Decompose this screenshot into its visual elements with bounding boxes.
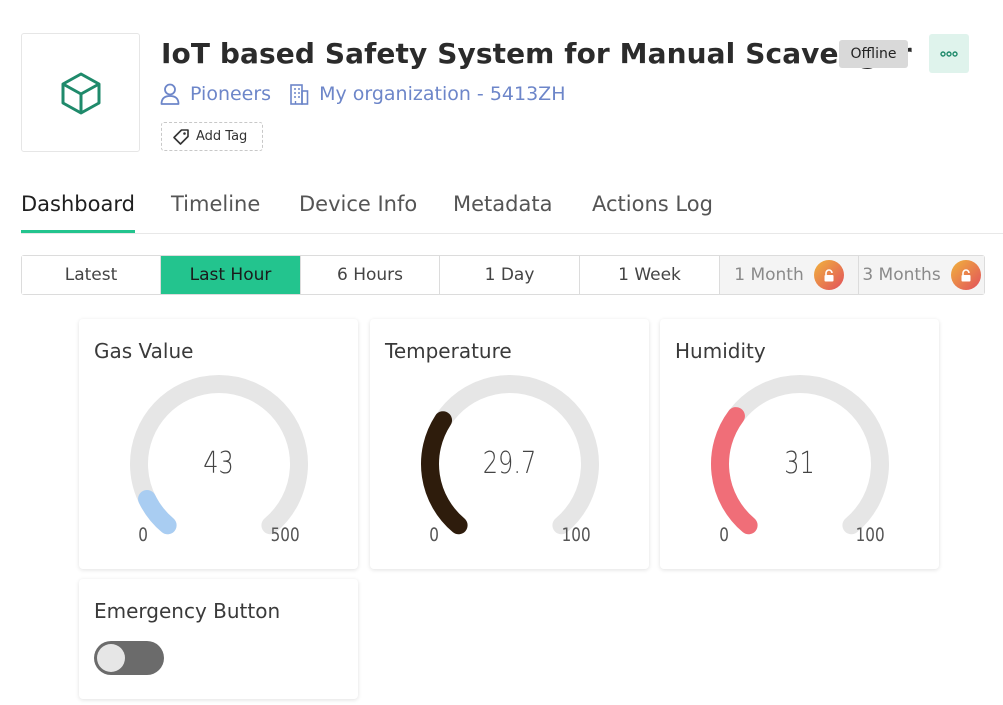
period-label: 6 Hours bbox=[336, 265, 404, 285]
tab-metadata[interactable]: Metadata bbox=[453, 186, 552, 232]
gauge-widget-gas: Gas Value 43 0 500 bbox=[79, 319, 358, 569]
tag-icon bbox=[173, 128, 189, 145]
organization-link[interactable]: My organization - 5413ZH bbox=[289, 83, 565, 105]
gauge-widget-temperature: Temperature 29.7 0 100 bbox=[370, 319, 649, 569]
widget-title: Humidity bbox=[675, 339, 766, 363]
period-1-day[interactable]: 1 Day bbox=[440, 256, 580, 294]
widget-title: Temperature bbox=[385, 339, 512, 363]
period-label: Latest bbox=[64, 265, 118, 285]
period-label: Last Hour bbox=[189, 265, 272, 285]
gauge-min-label: 0 bbox=[138, 524, 148, 546]
widget-title: Emergency Button bbox=[94, 599, 281, 623]
gauge-widget-humidity: Humidity 31 0 100 bbox=[660, 319, 939, 569]
period-6-hours[interactable]: 6 Hours bbox=[301, 256, 440, 294]
device-title: IoT based Safety System for Manual Scave… bbox=[161, 37, 912, 70]
add-tag-label: Add Tag bbox=[196, 129, 248, 144]
device-icon-box bbox=[21, 33, 140, 152]
building-icon bbox=[290, 84, 309, 105]
period-label: 3 Months bbox=[862, 265, 941, 285]
lock-icon bbox=[950, 260, 981, 290]
lock-icon bbox=[813, 260, 844, 290]
gauge-value: 31 bbox=[784, 446, 815, 481]
owner-label: Pioneers bbox=[190, 83, 272, 105]
tab-timeline[interactable]: Timeline bbox=[171, 186, 260, 232]
period-latest[interactable]: Latest bbox=[22, 256, 161, 294]
organization-label: My organization - 5413ZH bbox=[319, 83, 566, 105]
more-options-button[interactable] bbox=[929, 34, 969, 73]
emergency-toggle[interactable] bbox=[94, 641, 164, 675]
switch-widget-emergency: Emergency Button bbox=[79, 579, 358, 699]
gauge-min-label: 0 bbox=[719, 524, 729, 546]
period-1-week[interactable]: 1 Week bbox=[580, 256, 720, 294]
owner-link[interactable]: Pioneers bbox=[160, 83, 271, 105]
more-icon bbox=[940, 50, 958, 57]
gauge-value: 29.7 bbox=[482, 446, 537, 481]
period-last-hour[interactable]: Last Hour bbox=[161, 256, 301, 294]
period-label: 1 Week bbox=[618, 265, 681, 285]
gauge-min-label: 0 bbox=[429, 524, 439, 546]
add-tag-button[interactable]: Add Tag bbox=[161, 122, 263, 151]
time-period-selector: Latest Last Hour 6 Hours 1 Day 1 Week 1 … bbox=[21, 255, 985, 295]
device-meta-row: Pioneers My organization - 5413ZH bbox=[160, 83, 583, 105]
tab-device-info[interactable]: Device Info bbox=[299, 186, 417, 232]
widget-title: Gas Value bbox=[94, 339, 194, 363]
tab-bar: Dashboard Timeline Device Info Metadata … bbox=[21, 186, 1003, 234]
period-3-months[interactable]: 3 Months bbox=[859, 256, 984, 294]
gauge-max-label: 500 bbox=[270, 524, 300, 546]
period-1-month[interactable]: 1 Month bbox=[720, 256, 859, 294]
gauge-max-label: 100 bbox=[561, 524, 591, 546]
period-label: 1 Day bbox=[484, 265, 535, 285]
period-label: 1 Month bbox=[734, 265, 804, 285]
cube-icon bbox=[61, 72, 100, 114]
toggle-knob bbox=[97, 644, 125, 672]
status-badge: Offline bbox=[839, 40, 908, 68]
user-icon bbox=[160, 83, 180, 105]
gauge-value: 43 bbox=[203, 446, 234, 481]
tab-actions-log[interactable]: Actions Log bbox=[592, 186, 713, 232]
gauge-max-label: 100 bbox=[855, 524, 885, 546]
tab-dashboard[interactable]: Dashboard bbox=[21, 186, 135, 233]
